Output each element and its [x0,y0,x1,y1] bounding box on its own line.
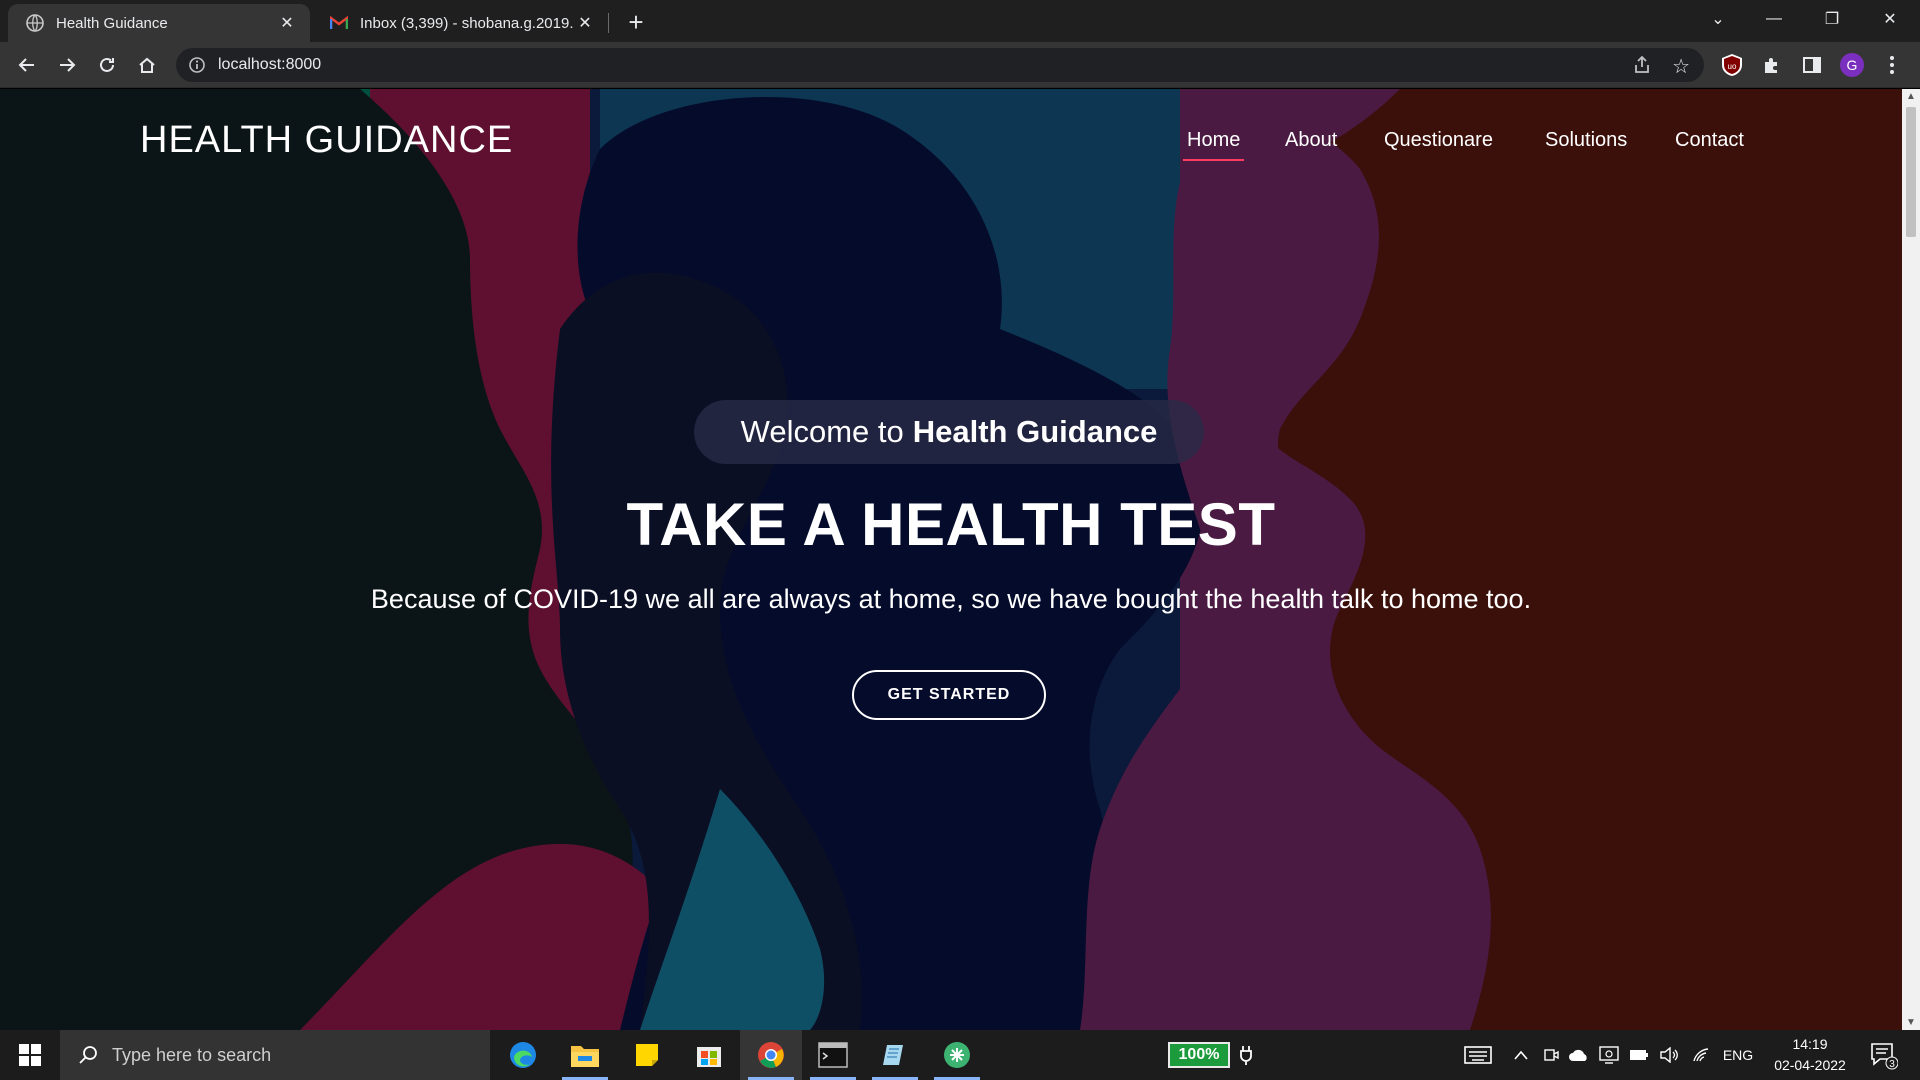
nav-home[interactable]: Home [1182,129,1245,161]
meet-now-icon[interactable] [1538,1030,1564,1080]
web-page: HEALTH GUIDANCE Home About Questionare S… [0,89,1902,1030]
clock-date: 02-04-2022 [1774,1057,1846,1073]
new-tab-button[interactable]: + [620,9,652,37]
ublock-extension-icon[interactable]: uo [1717,50,1747,80]
notification-count: 3 [1889,1059,1895,1070]
gmail-icon [330,14,348,32]
profile-avatar[interactable]: G [1837,50,1867,80]
network-display-icon[interactable] [1596,1030,1622,1080]
terminal-app-icon[interactable] [802,1030,864,1080]
site-logo[interactable]: HEALTH GUIDANCE [140,119,513,162]
arrow-right-icon [60,58,76,72]
share-icon[interactable] [1632,55,1652,75]
close-tab-icon[interactable]: ✕ [574,12,596,34]
page-scrollbar[interactable]: ▲ ▼ [1902,89,1920,1030]
tab-health-guidance[interactable]: Health Guidance ✕ [8,4,310,42]
profile-initial: G [1847,57,1858,73]
battery-level-indicator[interactable]: 100% [1168,1042,1230,1068]
notification-center-icon[interactable]: 3 [1868,1040,1900,1070]
home-button[interactable] [132,50,162,80]
globe-icon [26,14,44,32]
notepad-app-icon[interactable] [864,1030,926,1080]
edge-app-icon[interactable] [492,1030,554,1080]
taskbar-search-box[interactable]: Type here to search [60,1030,490,1080]
url-text[interactable]: localhost:8000 [218,56,321,74]
nav-contact[interactable]: Contact [1675,129,1744,152]
search-icon [79,1046,97,1064]
chevron-up-icon[interactable] [1508,1030,1534,1080]
welcome-pill: Welcome to Health Guidance [694,400,1204,464]
tab-gmail-inbox[interactable]: Inbox (3,399) - shobana.g.2019.cs ✕ [312,4,608,42]
clock-time: 14:19 [1792,1036,1828,1052]
forward-button[interactable] [52,50,82,80]
ext-badge-text: uo [1728,62,1737,71]
battery-tray-icon[interactable] [1626,1030,1652,1080]
system-clock[interactable]: 14:19 02-04-2022 [1760,1034,1860,1076]
close-tab-icon[interactable]: ✕ [276,12,298,34]
tab-title: Health Guidance [56,14,168,32]
arrow-left-icon [18,58,34,72]
python-idle-app-icon[interactable] [926,1030,988,1080]
sticky-notes-app-icon[interactable] [616,1030,678,1080]
reload-button[interactable] [92,50,122,80]
chrome-app-icon[interactable] [740,1030,802,1080]
reload-icon [100,57,114,72]
tab-separator [608,13,609,33]
nav-questionare[interactable]: Questionare [1384,129,1493,152]
wifi-icon[interactable] [1688,1030,1714,1080]
scroll-up-arrow-icon[interactable]: ▲ [1906,91,1916,102]
input-language[interactable]: ENG [1716,1030,1760,1080]
address-bar[interactable]: localhost:8000 ☆ [176,48,1704,82]
windows-logo-icon [19,1044,41,1066]
side-panel-icon[interactable] [1797,50,1827,80]
search-placeholder: Type here to search [112,1044,272,1065]
windows-taskbar: Type here to search 100% ENG 14:19 02-04… [0,1030,1920,1080]
home-icon [139,57,155,73]
microsoft-store-app-icon[interactable] [678,1030,740,1080]
scroll-thumb[interactable] [1906,107,1916,237]
browser-toolbar: localhost:8000 ☆ uo G [0,42,1920,88]
browser-tab-strip: Health Guidance ✕ Inbox (3,399) - shoban… [0,0,1920,42]
close-window-button[interactable]: ✕ [1862,0,1918,38]
nav-about[interactable]: About [1285,129,1337,152]
more-menu-icon[interactable] [1877,50,1907,80]
windows-start-button[interactable] [0,1030,60,1080]
tab-title: Inbox (3,399) - shobana.g.2019.cs [360,14,574,32]
hero-headline: TAKE A HEALTH TEST [626,491,1276,558]
hero-silhouettes-illustration [0,89,1902,1030]
bookmark-star-icon[interactable]: ☆ [1672,54,1690,79]
site-info-icon[interactable] [188,56,206,74]
back-button[interactable] [12,50,42,80]
onedrive-cloud-icon[interactable] [1566,1030,1592,1080]
welcome-prefix: Welcome to [740,414,904,449]
touch-keyboard-icon[interactable] [1458,1030,1498,1080]
minimize-button[interactable]: — [1746,0,1802,38]
plug-icon [1236,1030,1256,1080]
scroll-down-arrow-icon[interactable]: ▼ [1906,1017,1916,1028]
file-explorer-app-icon[interactable] [554,1030,616,1080]
puzzle-extensions-icon[interactable] [1757,50,1787,80]
welcome-brand: Health Guidance [912,414,1158,449]
volume-icon[interactable] [1656,1030,1682,1080]
hero-subtitle: Because of COVID-19 we all are always at… [370,584,1532,614]
get-started-button[interactable]: GET STARTED [852,670,1046,720]
nav-solutions[interactable]: Solutions [1545,129,1627,152]
restore-button[interactable]: ❐ [1804,0,1860,38]
tab-search-icon[interactable]: ⌄ [1690,0,1746,38]
